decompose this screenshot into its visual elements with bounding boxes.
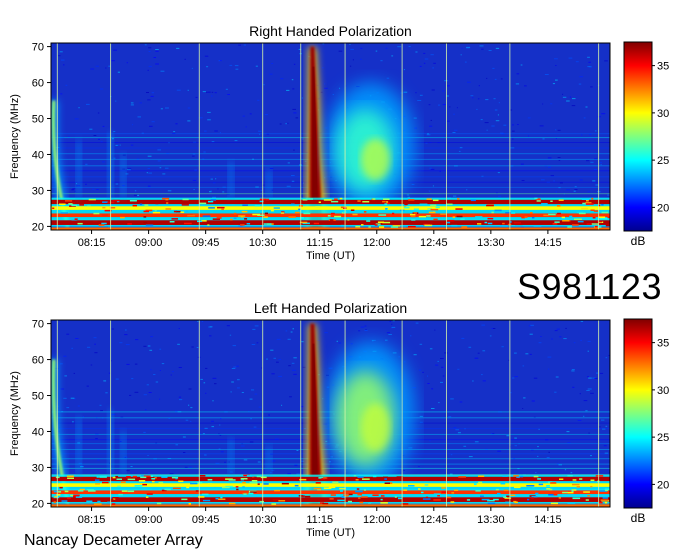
x-axis-label: Time (UT) — [306, 250, 355, 262]
colorbar-tick-label: 30 — [657, 108, 669, 120]
panel-title: Right Handed Polarization — [249, 23, 412, 39]
y-axis-label: Frequency (MHz) — [9, 94, 21, 179]
x-tick-label: 09:00 — [135, 237, 163, 249]
colorbar-tick-label: 25 — [657, 155, 669, 167]
date-code: S981123 — [517, 266, 662, 307]
y-tick-label: 60 — [32, 78, 44, 90]
y-tick-label: 20 — [32, 498, 44, 510]
spectrogram-panel-1: Right Handed Polarization 20 30 40 50 60 70 Fre… — [9, 23, 669, 262]
x-tick-label: 12:45 — [420, 237, 448, 249]
y-tick-label: 30 — [32, 462, 44, 474]
x-tick-label: 08:15 — [78, 514, 106, 526]
interference-band — [51, 474, 610, 507]
y-tick-label: 20 — [32, 221, 44, 233]
x-tick-label: 13:30 — [477, 514, 505, 526]
x-tick-label: 11:15 — [306, 514, 333, 526]
plot-area — [51, 320, 610, 507]
diffuse-emission — [326, 341, 415, 486]
x-tick-label: 09:00 — [135, 514, 163, 526]
x-tick-label: 12:00 — [363, 237, 391, 249]
colorbar-tick-label: 35 — [657, 61, 669, 73]
x-tick-label: 12:00 — [363, 514, 391, 526]
x-tick-label: 09:45 — [192, 237, 220, 249]
colorbar-tick-label: 25 — [657, 432, 669, 444]
x-tick-label: 10:30 — [249, 514, 277, 526]
y-tick-label: 40 — [32, 149, 44, 161]
x-tick-label: 10:30 — [249, 237, 277, 249]
spectrogram-figure: Right Handed Polarization 20 30 40 50 60 70 Fre… — [9, 23, 669, 549]
colorbar-unit-label: dB — [631, 511, 646, 525]
x-tick-label: 14:15 — [534, 237, 562, 249]
colorbar-gradient — [623, 318, 653, 509]
y-axis-label: Frequency (MHz) — [9, 371, 21, 456]
x-tick-label: 11:15 — [306, 237, 333, 249]
colorbar: 20 25 30 35 dB — [623, 41, 669, 248]
plot-area — [51, 43, 610, 230]
spectrogram-panel-2: Left Handed Polarization 20 30 40 50 60 70 Freq… — [9, 300, 669, 539]
y-tick-label: 50 — [32, 114, 44, 126]
x-tick-label: 12:45 — [420, 514, 448, 526]
colorbar-tick-label: 20 — [657, 202, 669, 214]
y-tick-label: 50 — [32, 391, 44, 403]
x-tick-label: 14:15 — [534, 514, 562, 526]
y-tick-label: 60 — [32, 355, 44, 367]
colorbar-gradient — [623, 41, 653, 232]
colorbar-unit-label: dB — [631, 234, 646, 248]
interference-band — [51, 197, 610, 230]
x-tick-label: 09:45 — [192, 514, 220, 526]
panel-title: Left Handed Polarization — [254, 300, 407, 316]
y-tick-label: 30 — [32, 185, 44, 197]
y-tick-label: 70 — [32, 42, 44, 54]
colorbar-tick-label: 30 — [657, 385, 669, 397]
colorbar-tick-label: 35 — [657, 338, 669, 350]
y-tick-label: 40 — [32, 426, 44, 438]
colorbar-tick-label: 20 — [657, 479, 669, 491]
colorbar: 20 25 30 35 dB — [623, 318, 669, 525]
x-tick-label: 13:30 — [477, 237, 505, 249]
x-tick-label: 08:15 — [78, 237, 106, 249]
diffuse-emission — [326, 82, 415, 209]
x-axis-label: Time (UT) — [306, 527, 355, 539]
y-tick-label: 70 — [32, 319, 44, 331]
observatory-label: Nancay Decameter Array — [24, 532, 203, 549]
